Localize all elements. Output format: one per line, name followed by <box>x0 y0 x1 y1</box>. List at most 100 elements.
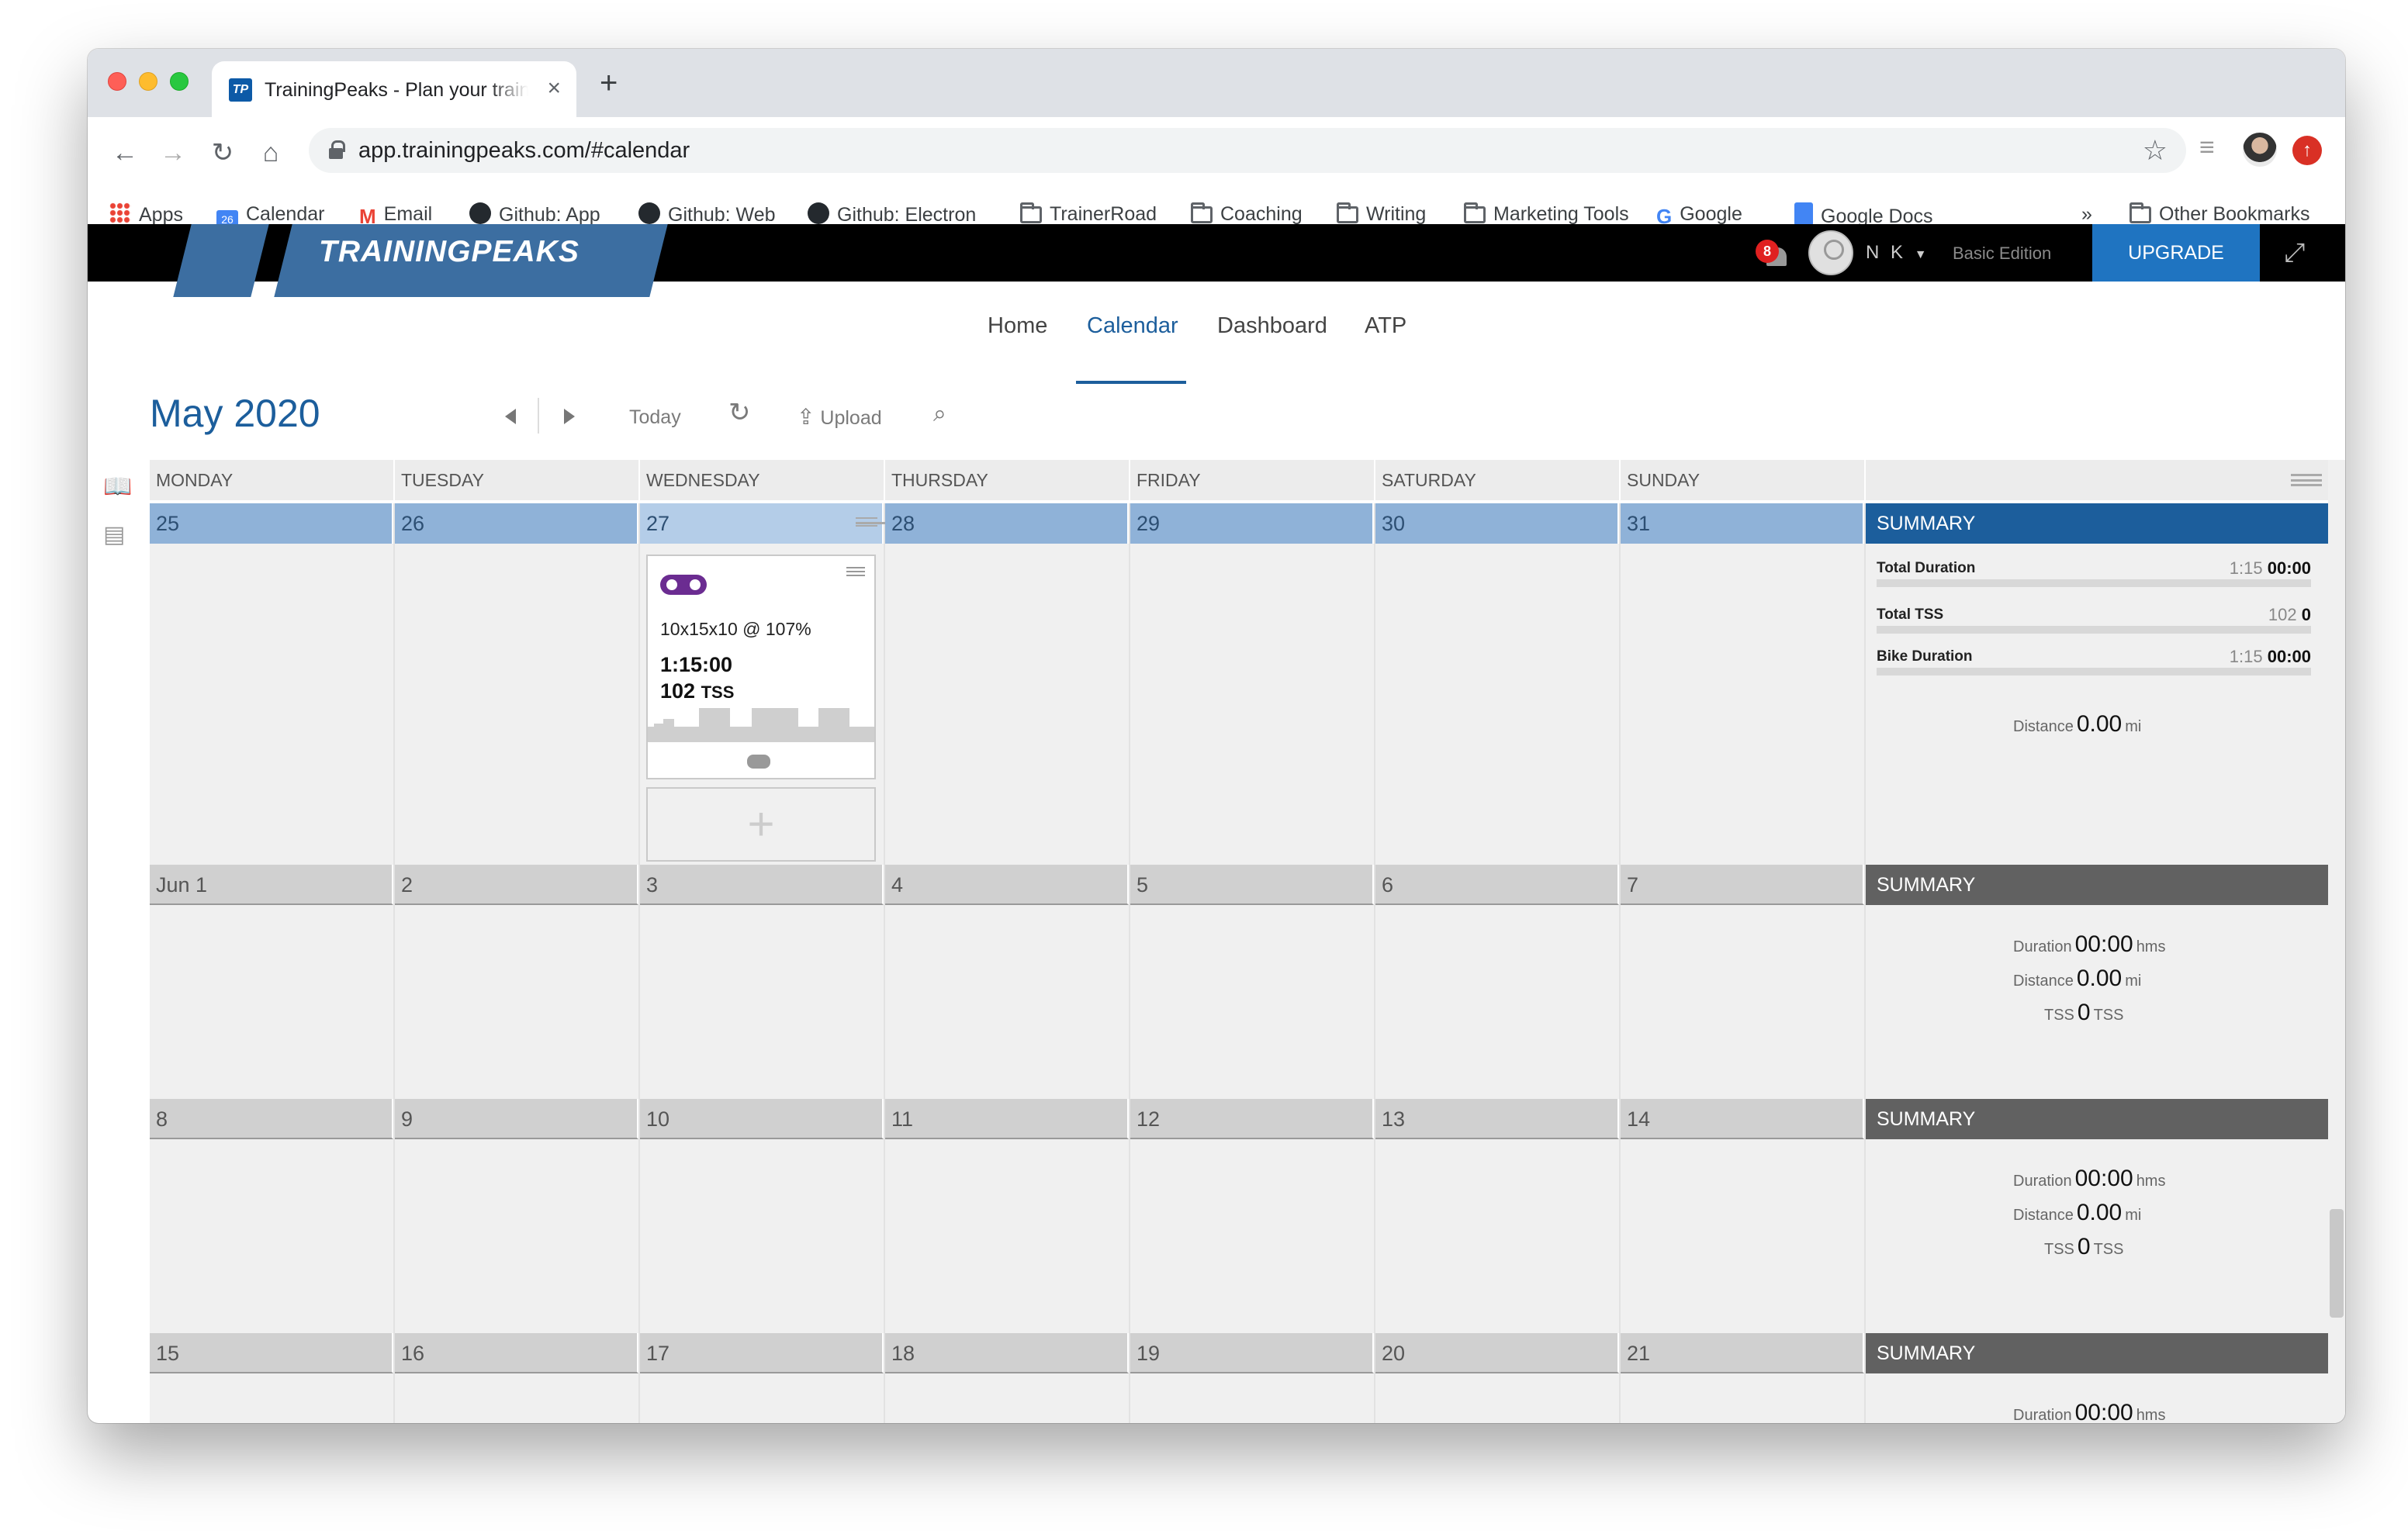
day-number: 25 <box>150 503 393 544</box>
day-number: 26 <box>395 503 638 544</box>
comments-icon[interactable] <box>747 755 770 769</box>
day-number: 14 <box>1621 1099 1864 1139</box>
upload-button[interactable]: ⇪ Upload <box>797 406 882 430</box>
address-bar[interactable]: app.trainingpeaks.com/#calendar ☆ <box>309 128 2186 173</box>
nav-home[interactable]: Home <box>988 313 1047 339</box>
zoom-window-button[interactable] <box>170 72 189 91</box>
new-tab-button[interactable]: + <box>600 67 618 98</box>
calendar-day[interactable]: 7 <box>1621 865 1866 1099</box>
app-header: TRAININGPEAKS 8 N K ▼ Basic Edition UPGR… <box>88 224 2345 297</box>
library-book-icon[interactable]: 📖 <box>103 474 132 500</box>
calendar-month-title: May 2020 <box>150 392 320 435</box>
folder-icon <box>1337 202 1358 223</box>
calendar-day[interactable]: 26 <box>395 503 640 865</box>
notifications-bell-icon[interactable]: 8 <box>1756 235 1793 272</box>
weekday-wednesday: WEDNESDAY <box>640 460 885 500</box>
expand-icon[interactable]: ⤢ <box>2277 235 2313 271</box>
calendar-day[interactable]: 19 <box>1130 1333 1375 1423</box>
notebook-icon[interactable]: ▤ <box>103 522 130 548</box>
calendar-day[interactable]: 30 <box>1375 503 1621 865</box>
weekday-friday: FRIDAY <box>1130 460 1375 500</box>
calendar-day[interactable]: 3 <box>640 865 885 1099</box>
home-icon[interactable]: ⌂ <box>254 136 288 170</box>
columns-menu-icon[interactable] <box>2291 474 2322 486</box>
calendar-day[interactable]: 8 <box>150 1099 395 1333</box>
user-avatar[interactable] <box>1808 230 1853 275</box>
tab-close-icon[interactable]: × <box>547 77 561 100</box>
calendar-day[interactable]: 15 <box>150 1333 395 1423</box>
calendar-day[interactable]: 25 <box>150 503 395 865</box>
calendar-day[interactable]: 18 <box>885 1333 1130 1423</box>
day-menu-icon[interactable] <box>856 517 887 527</box>
week-summary: SUMMARY Total Duration 1:15 00:00 Total … <box>1866 503 2328 865</box>
calendar-day[interactable]: 13 <box>1375 1099 1621 1333</box>
calendar-day[interactable]: 11 <box>885 1099 1130 1333</box>
workout-menu-icon[interactable] <box>846 567 865 576</box>
bookmark-github-app[interactable]: Github: App <box>469 202 600 226</box>
media-icon[interactable]: ≡ <box>2199 133 2215 171</box>
bookmark-github-electron[interactable]: Github: Electron <box>808 202 976 226</box>
calendar-day[interactable]: 2 <box>395 865 640 1099</box>
back-icon[interactable]: ← <box>108 136 142 170</box>
calendar-day[interactable]: 17 <box>640 1333 885 1423</box>
weekday-tuesday: TUESDAY <box>395 460 640 500</box>
calendar-day[interactable]: 9 <box>395 1099 640 1333</box>
reload-icon[interactable]: ↻ <box>206 136 240 170</box>
user-menu[interactable]: N K ▼ <box>1866 241 1927 267</box>
extension-icon[interactable]: ↑ <box>2292 136 2322 174</box>
next-week-button[interactable] <box>564 409 575 424</box>
calendar-day[interactable]: 16 <box>395 1333 640 1423</box>
calendar-day[interactable]: 10 <box>640 1099 885 1333</box>
bookmark-apps[interactable]: Apps <box>109 202 183 226</box>
bookmark-writing[interactable]: Writing <box>1337 202 1426 226</box>
bookmark-other[interactable]: Other Bookmarks <box>2129 202 2310 226</box>
day-number: 9 <box>395 1099 638 1139</box>
summary-tss: TSS 0 TSS <box>2044 1234 2124 1259</box>
nav-atp[interactable]: ATP <box>1365 313 1406 339</box>
bookmark-coaching[interactable]: Coaching <box>1191 202 1303 226</box>
week-summary: SUMMARY Duration 00:00 hms Distance 0.00 mi … <box>1866 1099 2328 1333</box>
calendar-day[interactable]: 21 <box>1621 1333 1866 1423</box>
minimize-window-button[interactable] <box>139 72 157 91</box>
profile-avatar[interactable] <box>2243 133 2277 171</box>
day-number: 10 <box>640 1099 884 1139</box>
calendar-day[interactable]: 6 <box>1375 865 1621 1099</box>
add-workout-button[interactable]: + <box>646 787 876 862</box>
calendar-day[interactable]: 31 <box>1621 503 1866 865</box>
trainingpeaks-logo[interactable]: TRAININGPEAKS <box>319 235 580 269</box>
calendar-day[interactable]: 5 <box>1130 865 1375 1099</box>
bookmark-trainerroad[interactable]: TrainerRoad <box>1020 202 1157 226</box>
prev-week-button[interactable] <box>505 409 516 424</box>
calendar-day[interactable]: 20 <box>1375 1333 1621 1423</box>
calendar-day[interactable]: 4 <box>885 865 1130 1099</box>
workout-card[interactable]: 10x15x10 @ 107% 1:15:00 102 TSS <box>646 555 876 779</box>
search-icon[interactable]: ⌕ <box>933 403 946 426</box>
upgrade-button[interactable]: UPGRADE <box>2092 224 2260 282</box>
today-button[interactable]: Today <box>629 406 681 429</box>
calendar-week: 8 9 10 11 12 13 14 SUMMARY Duration 00:00… <box>150 1099 2328 1333</box>
calendar-scrollbar[interactable] <box>2328 460 2345 1423</box>
forward-icon[interactable]: → <box>156 136 190 170</box>
day-number: 4 <box>885 865 1129 905</box>
day-number: 5 <box>1130 865 1374 905</box>
refresh-icon[interactable]: ↻ <box>728 399 751 426</box>
nav-calendar[interactable]: Calendar <box>1087 313 1178 339</box>
folder-icon <box>1020 202 1042 223</box>
bookmark-github-web[interactable]: Github: Web <box>638 202 776 226</box>
bookmarks-overflow-button[interactable]: » <box>2081 202 2092 226</box>
calendar-day[interactable]: 14 <box>1621 1099 1866 1333</box>
weekday-header-row: MONDAY TUESDAY WEDNESDAY THURSDAY FRIDAY… <box>150 460 2328 500</box>
bookmark-star-icon[interactable]: ☆ <box>2143 134 2168 167</box>
calendar-day[interactable]: 12 <box>1130 1099 1375 1333</box>
calendar-day[interactable]: Jun 1 <box>150 865 395 1099</box>
calendar-week: 25 26 27 28 29 30 31 10x15x10 @ 107% 1:1… <box>150 503 2328 865</box>
calendar-day[interactable]: 28 <box>885 503 1130 865</box>
scrollbar-thumb[interactable] <box>2330 1209 2344 1318</box>
day-number: 28 <box>885 503 1129 544</box>
nav-dashboard[interactable]: Dashboard <box>1217 313 1327 339</box>
close-window-button[interactable] <box>108 72 126 91</box>
day-number: 29 <box>1130 503 1374 544</box>
calendar-day[interactable]: 29 <box>1130 503 1375 865</box>
bookmark-marketing-tools[interactable]: Marketing Tools <box>1464 202 1629 226</box>
browser-tab[interactable]: TP TrainingPeaks - Plan your training × <box>212 61 576 117</box>
